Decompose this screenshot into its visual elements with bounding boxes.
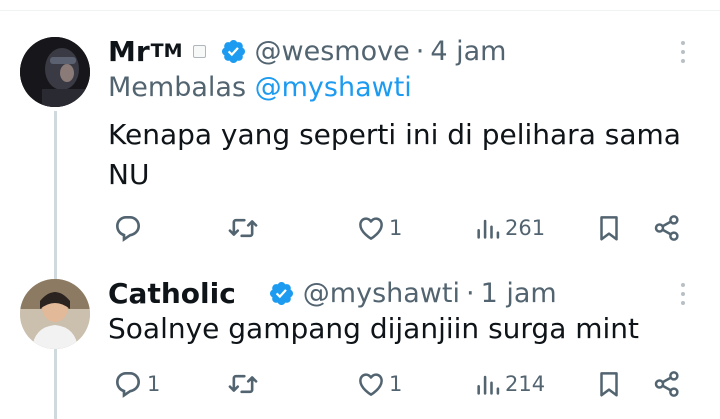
retweet-button[interactable] [226,208,263,248]
reply-icon [115,372,141,398]
retweet-icon [228,218,258,238]
tweet-text: Kenapa yang seperti ini di pelihara sama… [108,118,681,191]
views-count: 261 [505,216,546,240]
display-name[interactable]: Catholic [108,277,236,310]
views-icon [477,375,500,395]
reply-icon [115,216,141,242]
bookmark-button[interactable] [594,208,624,248]
separator: · [415,35,425,67]
share-icon [654,215,679,241]
more-icon[interactable] [680,283,686,305]
timestamp[interactable]: 1 jam [481,278,557,309]
reply-button[interactable] [112,208,147,248]
share-button[interactable] [652,208,682,248]
reply-button[interactable]: 1 [112,364,160,404]
tweet-header: Mr TM @wesmove · 4 jam [108,33,506,69]
reply-mention-link[interactable]: @myshawti [255,72,412,103]
like-count: 1 [389,372,403,396]
bookmark-button[interactable] [594,364,624,404]
avatar[interactable] [20,279,90,349]
views-button[interactable]: 214 [474,364,545,404]
retweet-button[interactable] [226,364,263,404]
share-button[interactable] [652,364,682,404]
verified-badge-icon [268,280,295,307]
tweet-wesmove[interactable]: Mr TM @wesmove · 4 jam Membalas @myshawt… [0,0,720,419]
display-name[interactable]: Mr [108,35,150,68]
tweet-header: Catholic @myshawti · 1 jam [108,275,557,311]
verified-badge-icon [220,38,247,65]
views-button[interactable]: 261 [474,208,545,248]
reply-context: Membalas @myshawti [108,72,412,108]
like-button[interactable]: 1 [356,208,402,248]
display-name-suffix: TM [150,40,183,62]
timestamp[interactable]: 4 jam [430,36,506,67]
like-button[interactable]: 1 [356,364,402,404]
avatar[interactable] [20,37,90,107]
handle[interactable]: @myshawti [303,278,460,309]
like-icon [359,373,383,396]
avatar-image [20,279,90,349]
tweet-myshawti[interactable]: Catholic @myshawti · 1 jam Soalnye gampa… [0,275,720,419]
separator: · [465,277,475,309]
share-icon [654,371,679,397]
views-count: 214 [505,372,546,396]
like-icon [359,217,383,240]
reply-prefix: Membalas [108,72,247,103]
views-icon [477,219,500,239]
handle[interactable]: @wesmove [255,36,410,67]
action-bar: 1 261 [108,208,688,248]
tweet-text: Soalnye gampang dijanjiin surga mint [108,312,640,345]
like-count: 1 [389,216,403,240]
square-emoji-icon [192,44,206,58]
action-bar: 1 1 214 [108,364,688,404]
avatar-image [20,37,90,107]
retweet-icon [228,374,258,394]
bookmark-icon [600,216,618,241]
bookmark-icon [600,372,618,397]
reply-count: 1 [147,372,161,396]
more-icon[interactable] [680,41,686,63]
